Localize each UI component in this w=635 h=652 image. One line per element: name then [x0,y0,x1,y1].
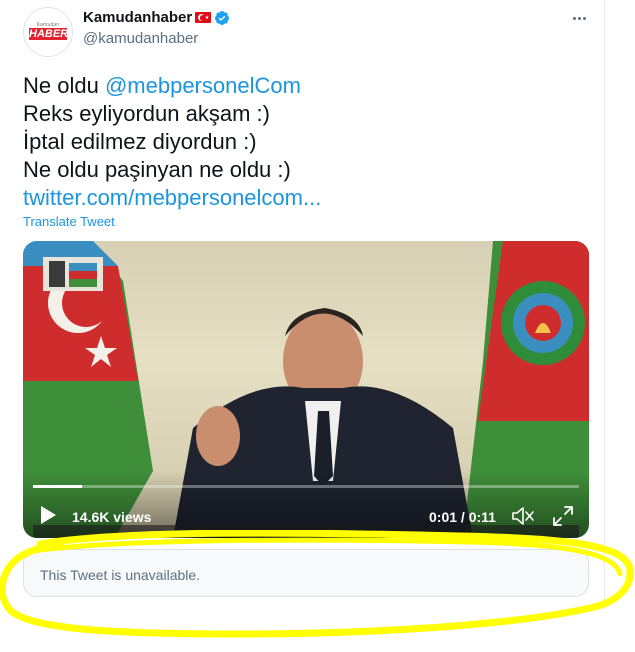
translate-tweet-link[interactable]: Translate Tweet [23,214,115,229]
fullscreen-icon[interactable] [552,505,574,527]
avatar-logo-text: HABER [29,28,69,40]
verified-badge-icon [215,10,230,25]
tweet-line-1: Ne oldu @mebpersonelCom [23,72,321,100]
timeline-border [604,0,605,605]
tweet-line-3: İptal edilmez diyordun :) [23,129,257,154]
play-icon[interactable] [39,505,57,525]
video-player[interactable]: 14.6K views 0:01 / 0:11 [23,241,589,538]
avatar[interactable]: Kamudan HABER [23,7,73,57]
author-name-row[interactable]: Kamudanhaber ★ [83,9,230,26]
video-view-count: 14.6K views [72,509,152,525]
mention-link[interactable]: @mebpersonelCom [105,73,301,98]
unavailable-tweet-text: This Tweet is unavailable. [40,567,201,583]
video-progress-bar[interactable] [33,485,579,488]
muted-speaker-icon[interactable] [511,505,535,527]
unavailable-tweet-card: This Tweet is unavailable. [23,549,589,597]
turkey-flag-icon: ★ [195,12,212,23]
tweet-line-1-text: Ne oldu [23,73,105,98]
tweet-text: Ne oldu @mebpersonelCom Reks eyliyordun … [23,72,321,212]
video-progress-fill [33,485,83,488]
more-options-icon[interactable] [569,8,589,28]
video-time: 0:01 / 0:11 [429,509,496,525]
tweet-line-2: Reks eyliyordun akşam :) [23,101,270,126]
tweet-url-link[interactable]: twitter.com/mebpersonelcom... [23,184,321,212]
tweet-line-4: Ne oldu paşinyan ne oldu :) [23,157,291,182]
author-name[interactable]: Kamudanhaber [83,9,192,26]
author-handle[interactable]: @kamudanhaber [83,30,198,47]
video-controls-shade [23,471,589,538]
